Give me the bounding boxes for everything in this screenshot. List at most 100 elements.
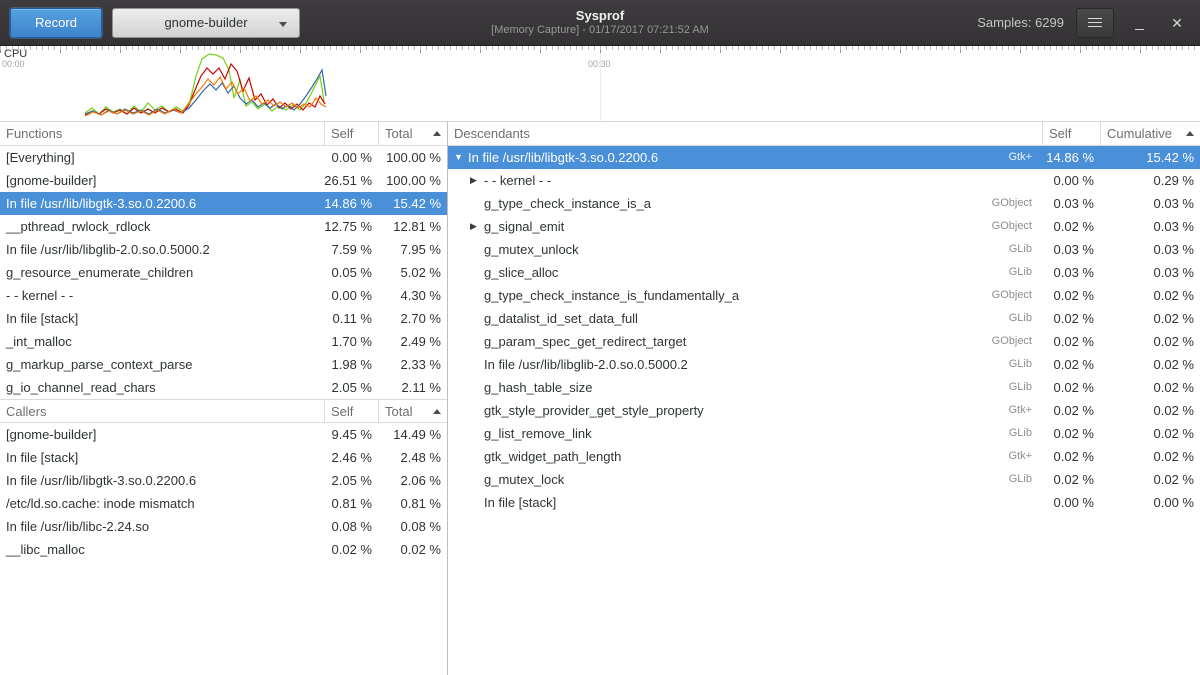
functions-table-header: Functions Self Total (0, 122, 447, 146)
cpu-timeline[interactable]: CPU 00:00 00:30 (0, 46, 1200, 121)
row-function-name: In file /usr/lib/libgtk-3.so.0.2200.6 (0, 192, 324, 215)
row-function-name: In file /usr/lib/libc-2.24.so (0, 515, 324, 538)
functions-row[interactable]: In file [stack]0.11 %2.70 % (0, 307, 447, 330)
library-tag: GObject (992, 284, 1042, 307)
expander-closed-icon[interactable]: ▶ (470, 169, 484, 192)
functions-row[interactable]: _int_malloc1.70 %2.49 % (0, 330, 447, 353)
row-self-percent: 0.02 % (1042, 399, 1100, 422)
record-button[interactable]: Record (10, 8, 102, 38)
expander-open-icon[interactable]: ▼ (454, 146, 468, 169)
functions-column-header[interactable]: Functions (0, 122, 324, 145)
row-cumulative-percent: 0.02 % (1100, 399, 1200, 422)
row-function-name: g_mutex_lock (484, 468, 564, 491)
callers-row[interactable]: In file /usr/lib/libgtk-3.so.0.2200.62.0… (0, 469, 447, 492)
row-self-percent: 0.00 % (324, 284, 378, 307)
descendants-row[interactable]: ▼In file /usr/lib/libgtk-3.so.0.2200.6Gt… (448, 146, 1200, 169)
library-tag: GLib (1009, 238, 1042, 261)
functions-row[interactable]: g_markup_parse_context_parse1.98 %2.33 % (0, 353, 447, 376)
descendants-row[interactable]: In file [stack]0.00 %0.00 % (448, 491, 1200, 514)
row-function-name: __libc_malloc (0, 538, 324, 561)
row-function-name: g_param_spec_get_redirect_target (484, 330, 686, 353)
callers-row[interactable]: [gnome-builder]9.45 %14.49 % (0, 423, 447, 446)
row-self-percent: 0.00 % (1042, 169, 1100, 192)
callers-list: [gnome-builder]9.45 %14.49 %In file [sta… (0, 423, 447, 561)
row-function-name: [gnome-builder] (0, 169, 324, 192)
cpu-usage-chart (0, 46, 1200, 121)
functions-row[interactable]: [gnome-builder]26.51 %100.00 % (0, 169, 447, 192)
row-function-name: /etc/ld.so.cache: inode mismatch (0, 492, 324, 515)
functions-row[interactable]: __pthread_rwlock_rdlock12.75 %12.81 % (0, 215, 447, 238)
row-cumulative-percent: 0.02 % (1100, 284, 1200, 307)
functions-row[interactable]: g_resource_enumerate_children0.05 %5.02 … (0, 261, 447, 284)
library-tag: Gtk+ (1008, 445, 1042, 468)
descendants-name-cell: g_datalist_id_set_data_fullGLib (448, 307, 1042, 330)
descendants-name-cell: ▶- - kernel - - (448, 169, 1042, 192)
functions-row[interactable]: g_io_channel_read_chars2.05 %2.11 % (0, 376, 447, 399)
titlebar-right: Samples: 6299 ✕ (977, 8, 1190, 38)
callers-row[interactable]: /etc/ld.so.cache: inode mismatch0.81 %0.… (0, 492, 447, 515)
descendants-name-cell: g_type_check_instance_is_aGObject (448, 192, 1042, 215)
row-function-name: In file /usr/lib/libgtk-3.so.0.2200.6 (0, 469, 324, 492)
descendants-row[interactable]: g_slice_allocGLib0.03 %0.03 % (448, 261, 1200, 284)
row-self-percent: 0.03 % (1042, 238, 1100, 261)
menu-button[interactable] (1076, 8, 1114, 38)
functions-self-column-header[interactable]: Self (324, 122, 378, 145)
row-self-percent: 0.02 % (1042, 353, 1100, 376)
descendants-row[interactable]: gtk_widget_path_lengthGtk+0.02 %0.02 % (448, 445, 1200, 468)
chevron-down-icon (279, 22, 287, 27)
hamburger-icon (1088, 22, 1102, 23)
row-function-name: In file /usr/lib/libgtk-3.so.0.2200.6 (468, 146, 658, 169)
descendants-name-cell: g_mutex_unlockGLib (448, 238, 1042, 261)
functions-row[interactable]: In file /usr/lib/libglib-2.0.so.0.5000.2… (0, 238, 447, 261)
expander-closed-icon[interactable]: ▶ (470, 215, 484, 238)
library-tag: GLib (1009, 422, 1042, 445)
row-self-percent: 0.02 % (324, 538, 378, 561)
callers-self-column-header[interactable]: Self (324, 400, 378, 422)
row-self-percent: 0.02 % (1042, 376, 1100, 399)
row-total-percent: 2.48 % (378, 446, 447, 469)
row-self-percent: 0.02 % (1042, 215, 1100, 238)
row-total-percent: 5.02 % (378, 261, 447, 284)
descendants-row[interactable]: g_mutex_unlockGLib0.03 %0.03 % (448, 238, 1200, 261)
row-cumulative-percent: 0.02 % (1100, 445, 1200, 468)
descendants-row[interactable]: gtk_style_provider_get_style_propertyGtk… (448, 399, 1200, 422)
callers-row[interactable]: __libc_malloc0.02 %0.02 % (0, 538, 447, 561)
descendants-row[interactable]: g_datalist_id_set_data_fullGLib0.02 %0.0… (448, 307, 1200, 330)
descendants-row[interactable]: ▶g_signal_emitGObject0.02 %0.03 % (448, 215, 1200, 238)
descendants-self-column-header[interactable]: Self (1042, 122, 1100, 145)
row-self-percent: 12.75 % (324, 215, 378, 238)
row-self-percent: 0.02 % (1042, 422, 1100, 445)
callers-row[interactable]: In file [stack]2.46 %2.48 % (0, 446, 447, 469)
window-title: Sysprof (491, 8, 709, 24)
descendants-row[interactable]: ▶- - kernel - -0.00 %0.29 % (448, 169, 1200, 192)
minimize-button[interactable] (1126, 10, 1152, 36)
descendants-row[interactable]: In file /usr/lib/libglib-2.0.so.0.5000.2… (448, 353, 1200, 376)
timeline-tick-start: 00:00 (2, 59, 25, 69)
callers-column-header[interactable]: Callers (0, 400, 324, 422)
descendants-row[interactable]: g_type_check_instance_is_aGObject0.03 %0… (448, 192, 1200, 215)
functions-row[interactable]: [Everything]0.00 %100.00 % (0, 146, 447, 169)
functions-total-column-header[interactable]: Total (378, 122, 447, 145)
descendants-row[interactable]: g_param_spec_get_redirect_targetGObject0… (448, 330, 1200, 353)
descendants-tree: ▼In file /usr/lib/libgtk-3.so.0.2200.6 Gt… (448, 146, 1200, 514)
descendants-column-header[interactable]: Descendants (448, 122, 1042, 145)
close-button[interactable]: ✕ (1164, 10, 1190, 36)
window-title-block: Sysprof [Memory Capture] - 01/17/2017 07… (491, 8, 709, 37)
functions-row[interactable]: In file /usr/lib/libgtk-3.so.0.2200.614.… (0, 192, 447, 215)
process-selector-button[interactable]: gnome-builder (112, 8, 300, 38)
functions-row[interactable]: - - kernel - -0.00 %4.30 % (0, 284, 447, 307)
row-self-percent: 0.00 % (324, 146, 378, 169)
callers-row[interactable]: In file /usr/lib/libc-2.24.so0.08 %0.08 … (0, 515, 447, 538)
left-pane: Functions Self Total [Everything]0.00 %1… (0, 122, 448, 675)
library-tag: GLib (1009, 307, 1042, 330)
descendants-row[interactable]: g_mutex_lockGLib0.02 %0.02 % (448, 468, 1200, 491)
row-self-percent: 0.03 % (1042, 261, 1100, 284)
descendants-row[interactable]: g_hash_table_sizeGLib0.02 %0.02 % (448, 376, 1200, 399)
row-function-name: g_resource_enumerate_children (0, 261, 324, 284)
sort-indicator-icon (1186, 131, 1194, 136)
descendants-row[interactable]: g_list_remove_linkGLib0.02 %0.02 % (448, 422, 1200, 445)
callers-total-column-header[interactable]: Total (378, 400, 447, 422)
row-cumulative-percent: 0.00 % (1100, 491, 1200, 514)
descendants-cumulative-column-header[interactable]: Cumulative (1100, 122, 1200, 145)
descendants-row[interactable]: g_type_check_instance_is_fundamentally_a… (448, 284, 1200, 307)
